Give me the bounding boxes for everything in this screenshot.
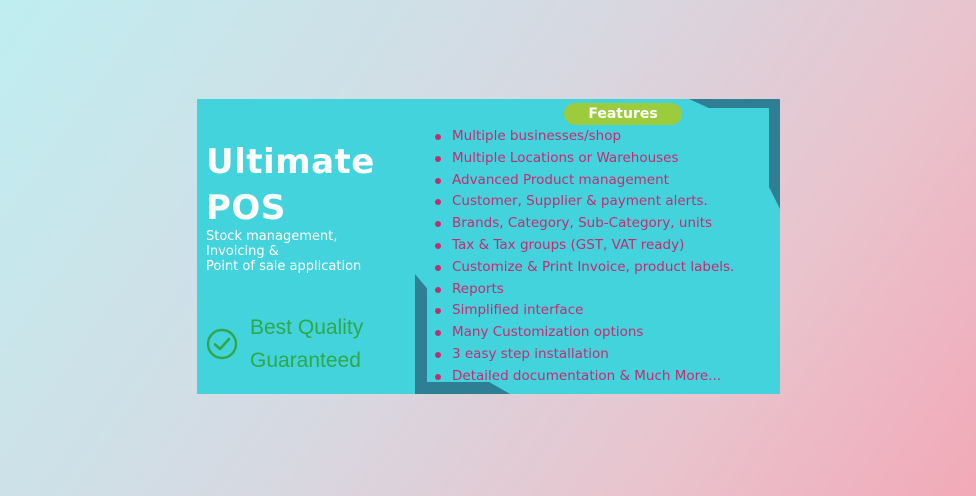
feature-item: Detailed documentation & Much More... (433, 366, 734, 388)
features-list: Multiple businesses/shop Multiple Locati… (433, 126, 734, 388)
title-line-1: Ultimate (206, 142, 375, 182)
feature-item: Advanced Product management (433, 170, 734, 192)
quality-line-1: Best Quality (250, 316, 364, 339)
feature-item: Multiple Locations or Warehouses (433, 148, 734, 170)
features-badge: Features (564, 103, 682, 125)
frame-decoration-top (689, 99, 779, 108)
product-banner: Ultimate POS Stock management, Invoicing… (197, 99, 780, 394)
subtitle-line-2: Invoicing & (206, 244, 279, 259)
feature-item: Customize & Print Invoice, product label… (433, 257, 734, 279)
check-circle-icon (206, 328, 238, 360)
feature-item: Reports (433, 279, 734, 301)
quality-line-2: Guaranteed (250, 349, 361, 372)
feature-item: Tax & Tax groups (GST, VAT ready) (433, 235, 734, 257)
subtitle-line-1: Stock management, (206, 229, 338, 244)
frame-decoration-right (769, 99, 780, 209)
feature-item: Multiple businesses/shop (433, 126, 734, 148)
feature-item: Simplified interface (433, 300, 734, 322)
frame-decoration-left (415, 274, 427, 394)
feature-item: Many Customization options (433, 322, 734, 344)
feature-item: Customer, Supplier & payment alerts. (433, 191, 734, 213)
quality-text: Best Quality Guaranteed (250, 311, 363, 377)
subtitle-line-3: Point of sale application (206, 259, 362, 274)
product-subtitle: Stock management, Invoicing & Point of s… (206, 229, 361, 274)
quality-guarantee: Best Quality Guaranteed (206, 311, 363, 377)
feature-item: Brands, Category, Sub-Category, units (433, 213, 734, 235)
feature-item: 3 easy step installation (433, 344, 734, 366)
title-line-2: POS (206, 188, 286, 228)
product-title: Ultimate POS (206, 139, 375, 231)
